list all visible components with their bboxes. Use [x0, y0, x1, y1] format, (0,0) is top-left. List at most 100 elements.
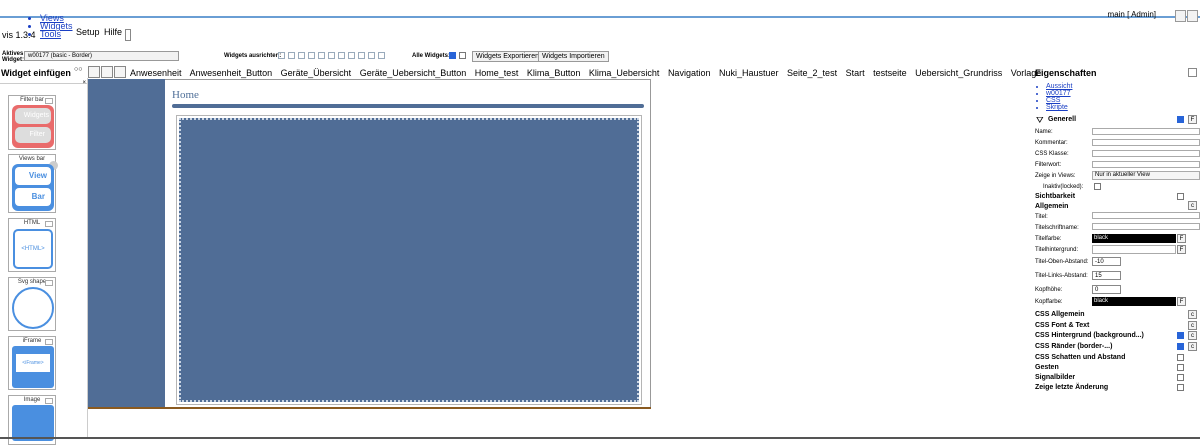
- css-border-checkbox[interactable]: [1177, 343, 1184, 350]
- title-left-input[interactable]: 15: [1092, 271, 1121, 280]
- menu-toggle-button[interactable]: [125, 29, 131, 41]
- css-font-c-button[interactable]: c: [1188, 321, 1197, 330]
- align-right-icon[interactable]: [298, 52, 305, 59]
- section-common[interactable]: Allgemein: [1035, 203, 1068, 211]
- widget-card-filter-bar[interactable]: Filter bar Widgets Filter: [8, 95, 56, 150]
- views-select[interactable]: Nur in aktueller View: [1092, 171, 1200, 180]
- last-change-checkbox[interactable]: [1177, 384, 1184, 391]
- title-color-f-button[interactable]: F: [1177, 234, 1186, 243]
- link-scripts[interactable]: Skripte: [1046, 104, 1072, 111]
- css-shadow-checkbox[interactable]: [1177, 354, 1184, 361]
- same-size-icon[interactable]: [378, 52, 385, 59]
- align-bottom-icon[interactable]: [328, 52, 335, 59]
- align-left-icon[interactable]: [278, 52, 285, 59]
- header-color-f-button[interactable]: F: [1177, 297, 1186, 306]
- menu-help[interactable]: Hilfe: [104, 27, 122, 37]
- section-css-font[interactable]: CSS Font & Text: [1035, 322, 1089, 330]
- align-middle-icon[interactable]: [318, 52, 325, 59]
- menu-tools[interactable]: Tools: [40, 30, 73, 39]
- section-css-background[interactable]: CSS Hintergrund (background...): [1035, 332, 1144, 340]
- properties-toggle[interactable]: [1188, 68, 1197, 77]
- align-center-icon[interactable]: [288, 52, 295, 59]
- filter-input[interactable]: [1092, 161, 1200, 168]
- distribute-h-icon[interactable]: [338, 52, 345, 59]
- visibility-checkbox[interactable]: [1177, 193, 1184, 200]
- title-top-input[interactable]: -10: [1092, 257, 1121, 266]
- selected-widget-border[interactable]: [179, 118, 639, 402]
- section-css-common[interactable]: CSS Allgemein: [1035, 311, 1085, 319]
- widget-card-html[interactable]: HTML <HTML>: [8, 218, 56, 272]
- tab-icon-3[interactable]: [114, 66, 126, 78]
- title-bg-input[interactable]: [1092, 245, 1176, 254]
- tab-klima-uebersicht[interactable]: Klima_Uebersicht: [589, 68, 660, 78]
- title-font-input[interactable]: [1092, 223, 1200, 230]
- section-visibility[interactable]: Sichtbarkeit: [1035, 193, 1075, 201]
- title-color-input[interactable]: black: [1092, 234, 1176, 243]
- import-widgets-button[interactable]: Widgets Importieren: [538, 51, 609, 62]
- label-title-bg: Titelhintergrund:: [1035, 247, 1079, 253]
- palette-filter-input[interactable]: [0, 78, 88, 84]
- widget-card-iframe[interactable]: iFrame <iFrame>: [8, 336, 56, 390]
- section-css-border[interactable]: CSS Ränder (border-...): [1035, 343, 1112, 351]
- tab-anwesenheit-button[interactable]: Anwesenheit_Button: [190, 68, 273, 78]
- menu-setup[interactable]: Setup: [76, 27, 100, 37]
- css-class-input[interactable]: [1092, 150, 1200, 157]
- css-background-checkbox[interactable]: [1177, 332, 1184, 339]
- same-height-icon[interactable]: [368, 52, 375, 59]
- title-bg-f-button[interactable]: F: [1177, 245, 1186, 254]
- signal-images-checkbox[interactable]: [1177, 374, 1184, 381]
- widget-card-svg-shape[interactable]: Svg shape: [8, 277, 56, 331]
- export-widgets-button[interactable]: Widgets Exportieren: [472, 51, 544, 62]
- tab-klima-button[interactable]: Klima_Button: [527, 68, 581, 78]
- widget-card-views-bar[interactable]: Views bar View Bar: [8, 154, 58, 213]
- tab-home-test[interactable]: Home_test: [475, 68, 519, 78]
- insert-widget-title: Widget einfügen: [1, 68, 71, 78]
- palette-close-icon[interactable]: ×: [82, 80, 86, 86]
- distribute-v-icon[interactable]: [348, 52, 355, 59]
- window-button-1[interactable]: [1175, 10, 1186, 22]
- css-background-c-button[interactable]: c: [1188, 331, 1197, 340]
- link-aussicht[interactable]: Aussicht: [1046, 83, 1072, 90]
- widget-palette[interactable]: × Filter bar Widgets Filter Views bar Vi…: [0, 78, 88, 445]
- name-input[interactable]: [1092, 128, 1200, 135]
- label-name: Name:: [1035, 129, 1053, 135]
- locked-checkbox[interactable]: [1094, 183, 1101, 190]
- section-gestures[interactable]: Gesten: [1035, 364, 1059, 372]
- gestures-checkbox[interactable]: [1177, 364, 1184, 371]
- tab-nuki-haustuer[interactable]: Nuki_Haustuer: [719, 68, 779, 78]
- css-border-c-button[interactable]: c: [1188, 342, 1197, 351]
- all-widgets-checkbox[interactable]: [449, 52, 456, 59]
- section-general[interactable]: Generell: [1048, 116, 1076, 124]
- link-css[interactable]: CSS: [1046, 97, 1072, 104]
- same-width-icon[interactable]: [358, 52, 365, 59]
- section-css-shadow[interactable]: CSS Schatten und Abstand: [1035, 354, 1125, 362]
- tab-anwesenheit[interactable]: Anwesenheit: [130, 68, 182, 78]
- tab-start[interactable]: Start: [846, 68, 865, 78]
- tab-geraete-uebersicht-button[interactable]: Geräte_Uebersicht_Button: [360, 68, 467, 78]
- css-common-c-button[interactable]: c: [1188, 310, 1197, 319]
- tab-testseite[interactable]: testseite: [873, 68, 907, 78]
- title-input[interactable]: [1092, 212, 1200, 219]
- tab-navigation[interactable]: Navigation: [668, 68, 711, 78]
- active-widget-select[interactable]: w00177 (basic - Border): [24, 51, 179, 61]
- header-height-input[interactable]: 0: [1092, 285, 1121, 294]
- link-icon[interactable]: ○○: [74, 66, 82, 73]
- header-color-input[interactable]: black: [1092, 297, 1176, 306]
- tab-uebersicht-grundriss[interactable]: Uebersicht_Grundriss: [915, 68, 1002, 78]
- image-icon: [12, 405, 54, 441]
- common-c-button[interactable]: c: [1188, 201, 1197, 210]
- window-button-2[interactable]: [1187, 10, 1198, 22]
- align-top-icon[interactable]: [308, 52, 315, 59]
- section-last-change[interactable]: Zeige letzte Änderung: [1035, 384, 1108, 392]
- link-widget-id[interactable]: w00177: [1046, 90, 1072, 97]
- tab-icon-1[interactable]: [88, 66, 100, 78]
- tab-seite-2-test[interactable]: Seite_2_test: [787, 68, 837, 78]
- general-f-button[interactable]: F: [1188, 115, 1197, 124]
- preview-icon: [45, 280, 53, 286]
- tab-icon-2[interactable]: [101, 66, 113, 78]
- all-widgets-checkbox-2[interactable]: [459, 52, 466, 59]
- tab-geraete-uebersicht[interactable]: Geräte_Übersicht: [281, 68, 352, 78]
- comment-input[interactable]: [1092, 139, 1200, 146]
- section-signal-images[interactable]: Signalbilder: [1035, 374, 1075, 382]
- general-checkbox[interactable]: [1177, 116, 1184, 123]
